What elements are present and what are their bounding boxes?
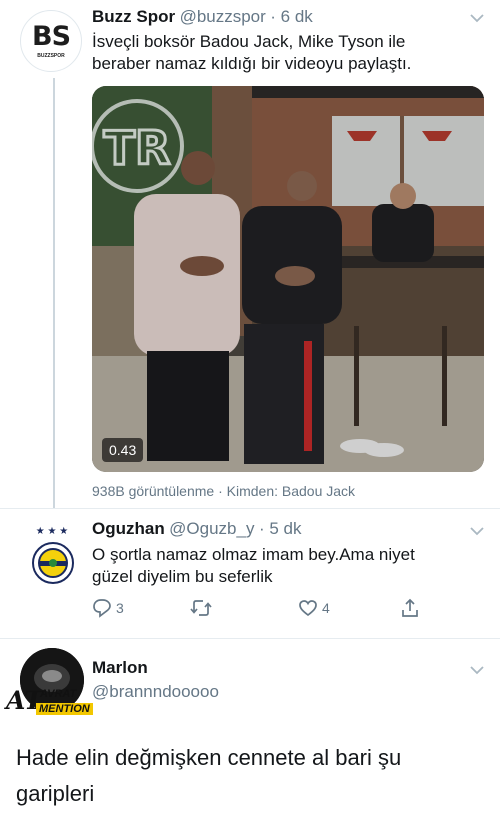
author-handle[interactable]: @buzzspor: [180, 7, 266, 26]
divider: [0, 508, 500, 509]
watermark-logo: AT AVRAT MENTION: [6, 686, 96, 720]
video-meta: 938B görüntülenme · Kimden: Badou Jack: [92, 483, 355, 499]
chevron-down-icon[interactable]: [470, 662, 484, 680]
watermark-line1: AVRAT: [40, 688, 77, 700]
share-icon: [402, 598, 418, 617]
tweet-time[interactable]: · 6 dk: [270, 7, 313, 26]
reply-count: 3: [116, 600, 124, 616]
retweet-button[interactable]: [190, 598, 212, 618]
tweet2-text-line2: güzel diyelim bu seferlik: [92, 567, 273, 586]
tweet-time[interactable]: · 5 dk: [259, 519, 302, 538]
retweet-icon: [190, 600, 212, 616]
share-button[interactable]: [400, 598, 420, 618]
tweet1-text-line1: İsveçli boksör Badou Jack, Mike Tyson il…: [92, 32, 406, 51]
video-duration: 0.43: [109, 442, 137, 458]
thread-line: [53, 78, 55, 508]
author-name[interactable]: Oguzhan: [92, 519, 165, 538]
watermark-line2: MENTION: [36, 703, 93, 715]
tweet2-text-line1: O şortla namaz olmaz imam bey.Ama niyet: [92, 545, 415, 564]
avatar-logo-subtext: BUZZSPOR: [37, 53, 65, 59]
tweet3-text: Hade elin değmişken cennete al bari şu g…: [16, 740, 401, 812]
heart-icon: [299, 600, 317, 617]
tweet1-header: Buzz Spor @buzzspor · 6 dk: [92, 7, 313, 27]
avatar-logo-text: BS: [31, 21, 71, 52]
video-player[interactable]: TR 0.43: [92, 86, 484, 472]
divider: [0, 638, 500, 639]
video-duration-badge: 0.43: [102, 438, 144, 462]
tweet2-header: Oguzhan @Oguzb_y · 5 dk: [92, 519, 301, 539]
tweet2-text: O şortla namaz olmaz imam bey.Ama niyet …: [92, 544, 415, 588]
club-crest-icon: [32, 542, 74, 584]
avatar-fenerbahce[interactable]: ★ ★ ★: [20, 522, 84, 586]
author-name[interactable]: Marlon: [92, 658, 148, 678]
reply-icon: [93, 599, 111, 618]
chevron-down-icon[interactable]: [470, 10, 484, 26]
tweet3-text-line1: Hade elin değmişken cennete al bari şu: [16, 745, 402, 770]
author-handle[interactable]: @Oguzb_y: [169, 519, 254, 538]
tweet1-text-line2: beraber namaz kıldığı bir videoyu paylaş…: [92, 54, 412, 73]
tweet3-text-line2: garipleri: [16, 781, 95, 806]
view-count: 938B görüntülenme: [92, 483, 215, 499]
tweet1-text: İsveçli boksör Badou Jack, Mike Tyson il…: [92, 31, 411, 75]
avatar-buzzspor[interactable]: BS BUZZSPOR: [20, 10, 82, 72]
chevron-down-icon[interactable]: [470, 523, 484, 541]
like-button[interactable]: 4: [298, 598, 330, 618]
author-name[interactable]: Buzz Spor: [92, 7, 175, 26]
video-frame: TR: [92, 86, 484, 472]
author-handle[interactable]: @brannndooooo: [92, 682, 219, 702]
like-count: 4: [322, 600, 330, 616]
reply-button[interactable]: 3: [92, 598, 124, 618]
video-source[interactable]: · Kimden: Badou Jack: [218, 483, 355, 499]
star-icons: ★ ★ ★: [35, 526, 69, 537]
